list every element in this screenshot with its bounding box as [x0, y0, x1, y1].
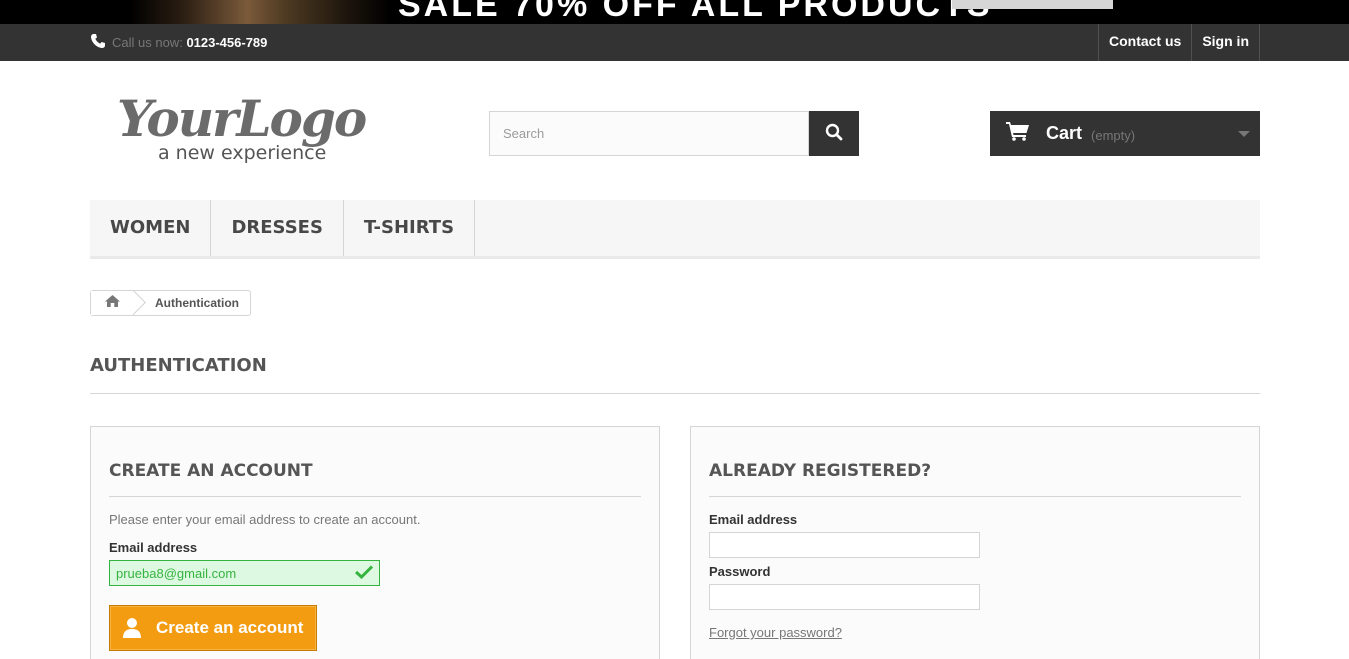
login-email-field[interactable]	[709, 532, 980, 558]
call-prefix: Call us now:	[112, 35, 183, 50]
create-account-button[interactable]: Create an account	[109, 605, 317, 651]
cart-button[interactable]: Cart (empty)	[990, 111, 1260, 156]
logo-main-text: YourLogo	[117, 89, 366, 148]
top-nav-bar: Call us now: 0123-456-789 Contact us Sig…	[0, 24, 1349, 61]
create-email-field[interactable]: prueba8@gmail.com	[109, 560, 380, 586]
site-logo[interactable]: YourLogo a new experience	[115, 84, 397, 164]
search-button[interactable]	[809, 111, 859, 156]
promo-image	[130, 0, 390, 24]
forgot-password-link[interactable]: Forgot your password?	[709, 625, 1241, 640]
home-icon	[104, 294, 120, 312]
create-account-box: CREATE AN ACCOUNT Please enter your emai…	[90, 426, 660, 659]
top-links: Contact us Sign in	[1097, 24, 1260, 61]
sign-in-link[interactable]: Sign in	[1192, 24, 1260, 61]
login-box: ALREADY REGISTERED? Email address Passwo…	[690, 426, 1260, 659]
cart-icon	[1006, 121, 1030, 146]
breadcrumb-home[interactable]	[91, 291, 133, 315]
search-icon	[825, 123, 843, 144]
breadcrumb-separator	[133, 291, 147, 315]
create-account-label: Create an account	[156, 618, 304, 637]
user-icon	[122, 617, 142, 639]
create-email-label: Email address	[109, 540, 198, 555]
contact-us-link[interactable]: Contact us	[1099, 24, 1193, 61]
menu-item-dresses[interactable]: DRESSES	[211, 200, 344, 256]
login-title: ALREADY REGISTERED?	[709, 461, 1241, 497]
login-password-field[interactable]	[709, 584, 980, 610]
create-account-description: Please enter your email address to creat…	[109, 512, 421, 527]
check-icon	[354, 564, 374, 582]
page-title: AUTHENTICATION	[90, 355, 1260, 394]
login-email-label: Email address	[709, 512, 798, 527]
menu-item-women[interactable]: WOMEN	[90, 200, 212, 256]
main-menu: WOMEN DRESSES T-SHIRTS	[90, 200, 1260, 259]
cart-label: Cart	[1046, 123, 1083, 143]
phone-number: 0123-456-789	[186, 35, 268, 50]
chevron-down-icon	[1238, 131, 1250, 137]
promo-banner[interactable]: SALE 70% OFF ALL PRODUCTS	[0, 0, 1349, 24]
menu-item-tshirts[interactable]: T-SHIRTS	[344, 200, 476, 256]
search-input[interactable]	[489, 111, 809, 156]
login-password-label: Password	[709, 564, 771, 579]
logo-tagline: a new experience	[158, 142, 326, 164]
breadcrumb-current: Authentication	[155, 296, 239, 310]
phone-icon	[90, 33, 108, 52]
promo-text: SALE 70% OFF ALL PRODUCTS	[398, 0, 993, 24]
cart-quantity: (empty)	[1091, 127, 1136, 143]
search-form	[489, 111, 859, 156]
create-account-title: CREATE AN ACCOUNT	[109, 461, 641, 497]
breadcrumb: Authentication	[90, 290, 251, 316]
call-us: Call us now: 0123-456-789	[90, 33, 267, 52]
promo-button[interactable]	[952, 0, 1113, 9]
create-email-value: prueba8@gmail.com	[116, 565, 237, 581]
